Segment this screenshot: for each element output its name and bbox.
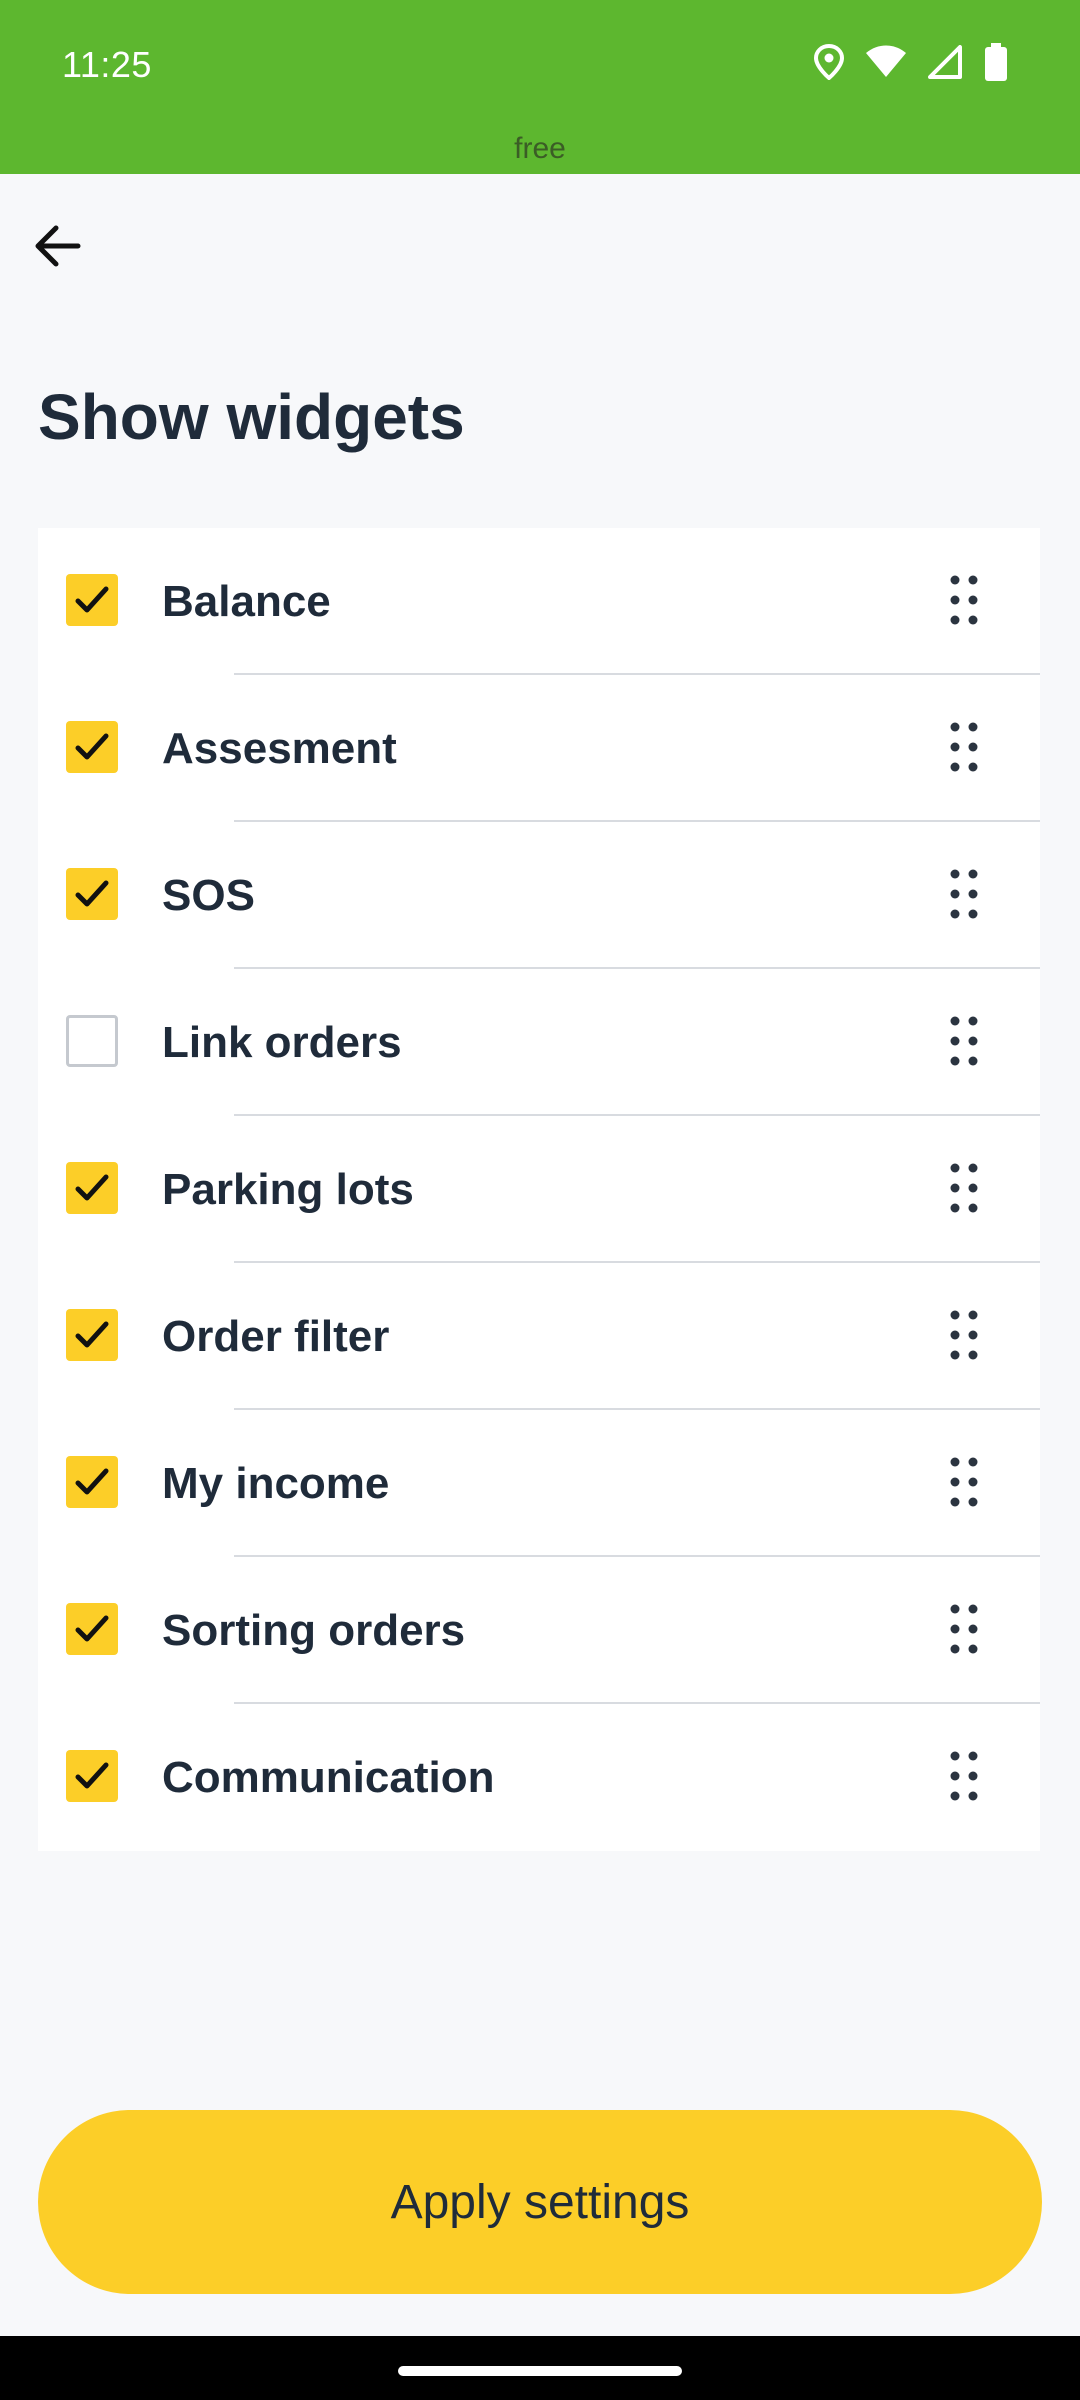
checkbox[interactable] xyxy=(66,1750,118,1802)
apply-settings-button[interactable]: Apply settings xyxy=(38,2110,1042,2294)
check-icon xyxy=(75,1468,109,1495)
arrow-back-icon xyxy=(34,224,82,273)
widget-row-balance[interactable]: Balance xyxy=(38,528,1040,675)
check-icon xyxy=(75,586,109,613)
drag-handle-icon[interactable] xyxy=(934,1744,994,1808)
drag-handle-icon[interactable] xyxy=(934,1597,994,1661)
checkbox[interactable] xyxy=(66,1162,118,1214)
page-title: Show widgets xyxy=(38,381,465,453)
back-button[interactable] xyxy=(22,212,94,284)
widget-row-my-income[interactable]: My income xyxy=(38,1410,1040,1557)
widget-list: Balance Assesment SOS Link orders Parkin… xyxy=(38,528,1040,1851)
checkbox[interactable] xyxy=(66,1456,118,1508)
drag-handle-icon[interactable] xyxy=(934,1303,994,1367)
checkbox[interactable] xyxy=(66,1015,118,1067)
check-icon xyxy=(75,1321,109,1348)
widget-label: Parking lots xyxy=(162,1164,414,1214)
widget-row-sorting-orders[interactable]: Sorting orders xyxy=(38,1557,1040,1704)
widget-label: Sorting orders xyxy=(162,1605,466,1655)
widget-label: Communication xyxy=(162,1752,495,1802)
check-icon xyxy=(75,1174,109,1201)
widget-label: My income xyxy=(162,1458,390,1508)
widget-row-assesment[interactable]: Assesment xyxy=(38,675,1040,822)
status-time: 11:25 xyxy=(62,44,152,85)
widget-row-sos[interactable]: SOS xyxy=(38,822,1040,969)
location-icon xyxy=(814,44,844,80)
drag-handle-icon[interactable] xyxy=(934,862,994,926)
widget-row-communication[interactable]: Communication xyxy=(38,1704,1040,1851)
home-indicator[interactable] xyxy=(398,2366,682,2376)
widget-label: Link orders xyxy=(162,1017,402,1067)
drag-handle-icon[interactable] xyxy=(934,1156,994,1220)
check-icon xyxy=(75,880,109,907)
drag-handle-icon[interactable] xyxy=(934,1450,994,1514)
status-bar: 11:25 free xyxy=(0,0,1080,174)
status-icons xyxy=(814,42,1008,82)
navigation-bar xyxy=(0,2336,1080,2400)
wifi-icon xyxy=(866,45,906,79)
widget-row-order-filter[interactable]: Order filter xyxy=(38,1263,1040,1410)
checkbox[interactable] xyxy=(66,1603,118,1655)
check-icon xyxy=(75,1762,109,1789)
check-icon xyxy=(75,1615,109,1642)
toolbar xyxy=(0,174,1080,334)
checkbox[interactable] xyxy=(66,1309,118,1361)
checkbox[interactable] xyxy=(66,868,118,920)
widget-row-link-orders[interactable]: Link orders xyxy=(38,969,1040,1116)
drag-handle-icon[interactable] xyxy=(934,1009,994,1073)
battery-icon xyxy=(984,43,1008,81)
widget-label: Order filter xyxy=(162,1311,390,1361)
drag-handle-icon[interactable] xyxy=(934,715,994,779)
widget-label: Balance xyxy=(162,576,331,626)
status-subtitle: free xyxy=(514,132,566,165)
checkbox[interactable] xyxy=(66,574,118,626)
widget-label: Assesment xyxy=(162,723,397,773)
checkbox[interactable] xyxy=(66,721,118,773)
signal-icon xyxy=(928,45,962,79)
widget-row-parking-lots[interactable]: Parking lots xyxy=(38,1116,1040,1263)
drag-handle-icon[interactable] xyxy=(934,568,994,632)
widget-label: SOS xyxy=(162,870,255,920)
check-icon xyxy=(75,733,109,760)
